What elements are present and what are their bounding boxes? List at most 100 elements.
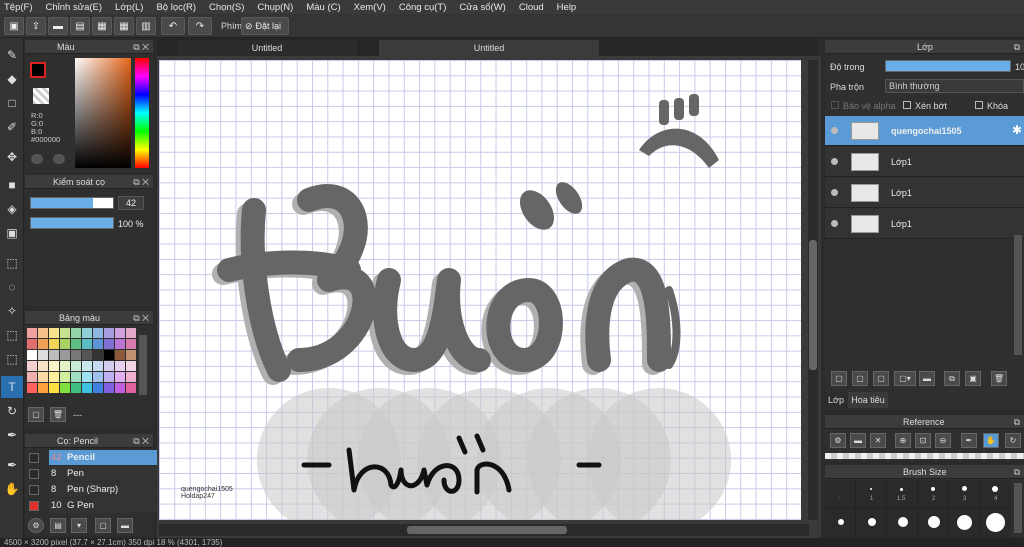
foreground-color-swatch[interactable] (30, 62, 46, 78)
zoom-in-icon[interactable]: ⊕ (895, 433, 911, 448)
menu-view[interactable]: Xem(V) (354, 2, 386, 13)
palette-scrollbar[interactable] (139, 335, 147, 395)
vertical-scroll-thumb[interactable] (809, 240, 817, 370)
redo-icon[interactable]: ↷ (188, 17, 212, 35)
reset-button[interactable]: ⊘ Đặt lại (241, 17, 289, 35)
palette-swatch[interactable] (27, 339, 37, 349)
settings-icon[interactable]: ▥ (136, 17, 156, 35)
new-file-icon[interactable]: ▣ (4, 17, 24, 35)
layer-row[interactable]: quengochai1505 ✱ (825, 116, 1024, 146)
brush-size-cell[interactable] (918, 509, 949, 538)
layers-scrollbar[interactable] (1014, 235, 1022, 355)
menu-file[interactable]: Tệp(F) (4, 2, 33, 13)
palette-swatch[interactable] (104, 361, 114, 371)
palette-swatch[interactable] (93, 383, 103, 393)
panel-controls-icon[interactable]: ⧉ (1014, 465, 1020, 479)
tab-navigator[interactable]: Hoa tiêu (848, 392, 888, 408)
brush-size-cell[interactable] (856, 509, 887, 538)
palette-swatch[interactable] (27, 383, 37, 393)
new-halftone-layer-icon[interactable]: ▢ (852, 371, 868, 386)
blend-mode-select[interactable]: Bình thường (885, 79, 1024, 93)
palette-swatch[interactable] (71, 328, 81, 338)
protect-alpha-checkbox[interactable] (831, 101, 839, 109)
opacity-slider[interactable] (30, 217, 114, 229)
undo-icon[interactable]: ↶ (161, 17, 185, 35)
canvas-area[interactable]: quengochai1505 Holdap247 (157, 56, 821, 538)
brush-size-cell[interactable]: 2 (918, 480, 949, 508)
palette-swatch[interactable] (27, 350, 37, 360)
ref-close-icon[interactable]: ✕ (870, 433, 886, 448)
menu-edit[interactable]: Chỉnh sửa(E) (46, 2, 103, 13)
layer-opacity-slider[interactable] (885, 60, 1011, 72)
brush-size-cell[interactable]: 1.5 (887, 480, 918, 508)
palette-swatch[interactable] (93, 328, 103, 338)
tab-layers[interactable]: Lớp (825, 392, 847, 408)
gradient-icon[interactable]: ▣ (1, 222, 23, 244)
brush-size-cell[interactable] (825, 509, 856, 538)
ref-add-icon[interactable]: ⚙ (830, 433, 846, 448)
brush-tool-icon[interactable]: ✎ (1, 44, 23, 66)
share-icon[interactable]: ⇪ (26, 17, 46, 35)
palette-swatch[interactable] (126, 383, 136, 393)
bucket-fill-icon[interactable]: ◈ (1, 198, 23, 220)
eraser-tool-icon[interactable]: ◆ (1, 68, 23, 90)
select-rect-icon[interactable]: □ (1, 92, 23, 114)
palette-swatch[interactable] (60, 361, 70, 371)
brush-size-cell[interactable]: 4 (980, 480, 1011, 508)
palette-swatch[interactable] (126, 350, 136, 360)
panel-controls-icon[interactable]: ⧉ ✕ (133, 311, 149, 325)
palette-swatch[interactable] (115, 383, 125, 393)
brush-size-cell[interactable]: 3 (949, 480, 980, 508)
ref-rotate-icon[interactable]: ↻ (1005, 433, 1021, 448)
visibility-icon[interactable] (831, 127, 838, 134)
tab-untitled-1[interactable]: Untitled (177, 40, 357, 56)
new-layer-icon[interactable]: ▢ (831, 371, 847, 386)
canvas-vertical-scrollbar[interactable] (808, 60, 818, 520)
ref-hand-icon[interactable]: ✋ (983, 433, 999, 448)
palette-swatch[interactable] (126, 328, 136, 338)
palette-swatch[interactable] (71, 372, 81, 382)
panel-controls-icon[interactable]: ⧉ (1014, 415, 1020, 429)
hue-slider[interactable] (135, 58, 149, 168)
palette-swatch[interactable] (38, 350, 48, 360)
panel-controls-icon[interactable]: ⧉ ✕ (133, 175, 149, 189)
palette-swatch[interactable] (27, 372, 37, 382)
palette-swatch[interactable] (82, 383, 92, 393)
comment-icon[interactable]: ▤ (70, 17, 90, 35)
palette-swatch[interactable] (104, 328, 114, 338)
duplicate-layer-icon[interactable]: ⧉ (944, 371, 960, 386)
palette-swatch[interactable] (71, 383, 81, 393)
panel-controls-icon[interactable]: ⧉ ✕ (133, 434, 149, 448)
visibility-icon[interactable] (831, 220, 838, 227)
brush-item-pen[interactable]: 8 Pen (49, 466, 167, 481)
palette-swatch[interactable] (115, 339, 125, 349)
palette-swatch[interactable] (60, 383, 70, 393)
palette-swatch[interactable] (93, 372, 103, 382)
palette-swatch[interactable] (71, 350, 81, 360)
brush-size-cell[interactable] (980, 509, 1011, 538)
menu-help[interactable]: Help (557, 2, 577, 13)
palette-swatch[interactable] (60, 328, 70, 338)
magic-wand-icon[interactable]: ✧ (1, 300, 23, 322)
lasso-draw-icon[interactable]: ✐ (1, 116, 23, 138)
add-layer-menu-icon[interactable]: ▢▾ (894, 371, 916, 386)
zoom-out-icon[interactable]: ⊖ (935, 433, 951, 448)
clipping-checkbox[interactable] (903, 101, 911, 109)
color-history-icon[interactable] (53, 154, 65, 164)
canvas-horizontal-scrollbar[interactable] (159, 524, 809, 536)
grid-icon[interactable]: ▦ (114, 17, 134, 35)
layer-settings-icon[interactable]: ✱ (1012, 123, 1022, 137)
menu-window[interactable]: Cửa sổ(W) (459, 2, 505, 13)
transparent-color-swatch[interactable] (33, 88, 49, 104)
palette-swatch[interactable] (60, 350, 70, 360)
gallery-icon[interactable]: ▦ (92, 17, 112, 35)
palette-swatch[interactable] (93, 350, 103, 360)
menu-color[interactable]: Màu (C) (306, 2, 340, 13)
palette-swatch[interactable] (115, 361, 125, 371)
palette-swatch[interactable] (38, 339, 48, 349)
brush-note-icon[interactable]: ▢ (95, 518, 111, 533)
brush-add-icon[interactable]: ⚙ (28, 518, 44, 533)
menu-tools[interactable]: Công cụ(T) (399, 2, 447, 13)
eyedropper-icon[interactable]: ✒ (1, 424, 23, 446)
palette-swatch[interactable] (49, 328, 59, 338)
